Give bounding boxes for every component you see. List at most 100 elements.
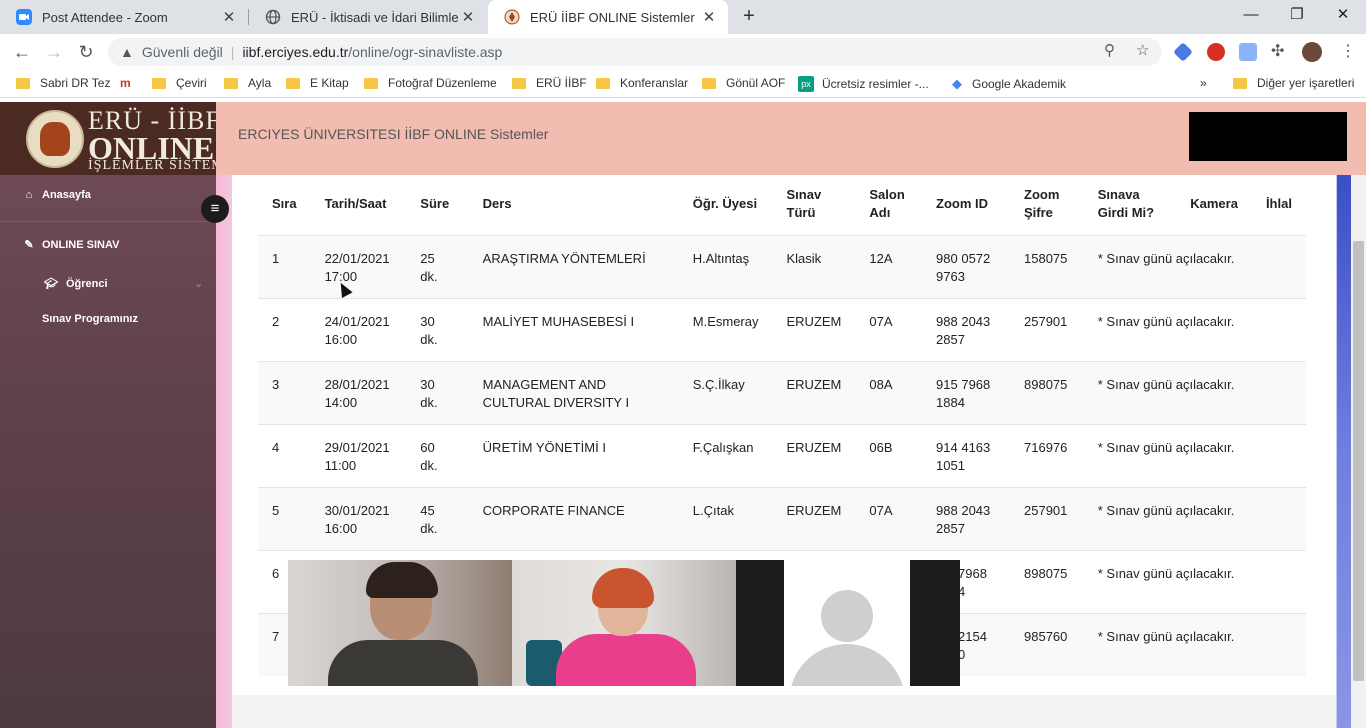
bookmark-label: E Kitap [310,76,349,90]
pencil-icon: ✎ [24,239,34,251]
sidebar-item-home[interactable]: ⌂ Anasayfa [22,189,91,201]
cell-zoom-id[interactable]: 988 2043 2857 [922,487,1010,550]
cell-password: 985760 [1024,628,1068,644]
warning-icon[interactable]: ▲ [120,44,134,60]
cell-zoom-id[interactable]: 988 2043 2857 [922,298,1010,361]
close-tab-icon[interactable]: ✕ [700,8,718,26]
cell-status: * Sınav günü açılacakır. [1097,313,1235,329]
mendeley-icon: m [120,76,131,90]
bookmark-item[interactable]: Konferanslar [596,76,688,90]
url-domain: iibf.erciyes.edu.tr [242,44,349,60]
bookmark-item[interactable]: Diğer yer işaretleri [1233,76,1354,90]
address-bar[interactable]: ▲ Güvenli değil | iibf.erciyes.edu.tr/on… [108,38,1162,66]
more-bookmarks-icon[interactable]: » [1200,76,1207,90]
bookmark-item[interactable]: Fotoğraf Düzenleme [364,76,497,90]
tab-title: ERÜ - İktisadi ve İdari Bilimler Fak [291,9,459,25]
puzzle-icon[interactable]: ✣ [1271,41,1284,61]
zoom-search-icon[interactable]: ⚲ [1104,41,1115,59]
cell-status: * Sınav günü açılacakır. [1097,628,1235,644]
bookmark-item[interactable]: ◆ Google Akademik [952,76,1066,92]
sidebar-item-online-exam[interactable]: ✎ ONLINE SINAV [22,238,119,252]
bookmark-item[interactable]: Çeviri [152,76,207,90]
cell-no: 2 [272,313,280,329]
sidebar-item-label: Sınav Programınız [42,313,138,325]
close-tab-icon[interactable]: ✕ [459,8,477,26]
scrollbar-thumb[interactable] [1353,241,1364,681]
zoom-id-part: 9763 [936,268,965,284]
cell-room: 08A [869,376,893,392]
bookmark-item[interactable]: Sabri DR Tez [16,76,110,90]
zoom-video-participant-1[interactable] [288,560,512,686]
zoom-video-participant-3[interactable] [736,560,960,686]
reload-icon[interactable]: ↻ [74,40,98,64]
chevron-down-icon[interactable]: ⌄ [194,277,203,290]
close-tab-icon[interactable]: ✕ [220,8,238,26]
tab-zoom[interactable]: Post Attendee - Zoom ✕ [0,0,248,34]
bookmarks-bar: Sabri DR Tez m Çeviri Ayla E Kitap Fotoğ… [0,70,1366,98]
bookmark-label: Çeviri [176,76,207,90]
site-logo[interactable]: ERÜ - İİBF ONLINE İŞLEMLER SİSTEMİ [0,102,216,175]
table-header-row: Sıra Tarih/Saat Süre Ders Öğr. Üyesi Sın… [258,175,1306,235]
bookmark-item[interactable]: m [120,76,131,90]
cell-status: * Sınav günü açılacakır. [1097,439,1235,455]
bookmark-label: Ayla [248,76,272,90]
bookmark-star-icon[interactable]: ☆ [1136,41,1149,59]
screenshot-icon[interactable] [1239,43,1257,61]
header-attended: Sınava Girdi Mi? [1097,187,1155,221]
cell-zoom-id[interactable]: 914 4163 1051 [922,424,1010,487]
cell-exam-type: ERUZEM [786,502,842,518]
extension-icon[interactable] [1173,42,1193,62]
menu-kebab-icon[interactable]: ⋮ [1340,41,1356,61]
cell-no: 4 [272,439,280,455]
page-scrollbar[interactable] [1351,175,1366,728]
zoom-id-part: 988 2043 [936,313,991,329]
bookmark-item[interactable]: ERÜ İİBF [512,76,587,90]
header-exam-type: Sınav Türü [786,187,822,221]
menu-toggle-icon[interactable]: ≡ [201,195,229,223]
table-row: 5 30/01/2021 16:00 45 dk. CORPORATE FINAN… [258,487,1306,550]
zoom-id-part: 988 2043 [936,502,991,518]
cell-password: 898075 [1024,565,1068,581]
new-tab-icon[interactable]: + [738,5,760,27]
address-divider: | [230,44,235,60]
cell-no: 1 [272,250,280,266]
security-label: Güvenli değil [141,44,223,60]
cell-zoom-id[interactable]: 915 7968 1884 [922,361,1010,424]
restore-icon[interactable]: ❐ [1274,0,1320,30]
cell-zoom-id[interactable]: 980 0572 9763 [922,235,1010,298]
tab-eru-online[interactable]: ERÜ İİBF ONLINE Sistemler ✕ [488,0,728,34]
bookmark-label: Konferanslar [620,76,689,90]
home-icon: ⌂ [25,189,33,201]
bookmark-item[interactable]: Ayla [224,76,271,90]
bookmark-item[interactable]: Gönül AOF [702,76,785,90]
bookmark-item[interactable]: E Kitap [286,76,349,90]
sidebar-item-student[interactable]: 🎓︎ Öğrenci [42,277,108,291]
back-icon[interactable]: ← [10,40,34,64]
participant-hair [366,562,438,598]
header-duration: Süre [420,196,450,212]
bookmark-item[interactable]: px Ücretsiz resimler -... [798,76,929,92]
zoom-video-participant-2[interactable] [512,560,736,686]
avatar-body-icon [789,644,905,686]
header-zoom-password: Zoom Şifre [1024,187,1060,221]
site-header: ERCIYES ÜNIVERSITESI İİBF ONLINE Sisteml… [216,102,1366,175]
minimize-icon[interactable]: — [1228,0,1274,30]
tab-eru-faculty[interactable]: ERÜ - İktisadi ve İdari Bilimler Fak ✕ [249,0,487,34]
cell-exam-type: ERUZEM [786,439,842,455]
close-window-icon[interactable]: ✕ [1320,0,1366,30]
header-course: Ders [482,196,512,212]
sidebar: ⌂ Anasayfa ✎ ONLINE SINAV 🎓︎ Öğrenci ⌄ S… [0,175,216,728]
forward-icon[interactable]: → [42,40,66,64]
adblock-icon[interactable] [1207,43,1225,61]
cell-password: 257901 [1024,502,1068,518]
sidebar-item-exam-program[interactable]: Sınav Programınız [42,313,138,325]
zoom-id-part: 4 [958,583,966,599]
browser-tab-strip: Post Attendee - Zoom ✕ ERÜ - İktisadi ve… [0,0,1366,34]
folder-icon [152,77,166,89]
folder-icon [224,77,238,89]
profile-avatar[interactable] [1302,42,1322,62]
cell-duration: 60 dk. [420,439,438,473]
cell-password: 898075 [1024,376,1068,392]
cell-room: 12A [869,250,893,266]
cell-status: * Sınav günü açılacakır. [1097,565,1235,581]
